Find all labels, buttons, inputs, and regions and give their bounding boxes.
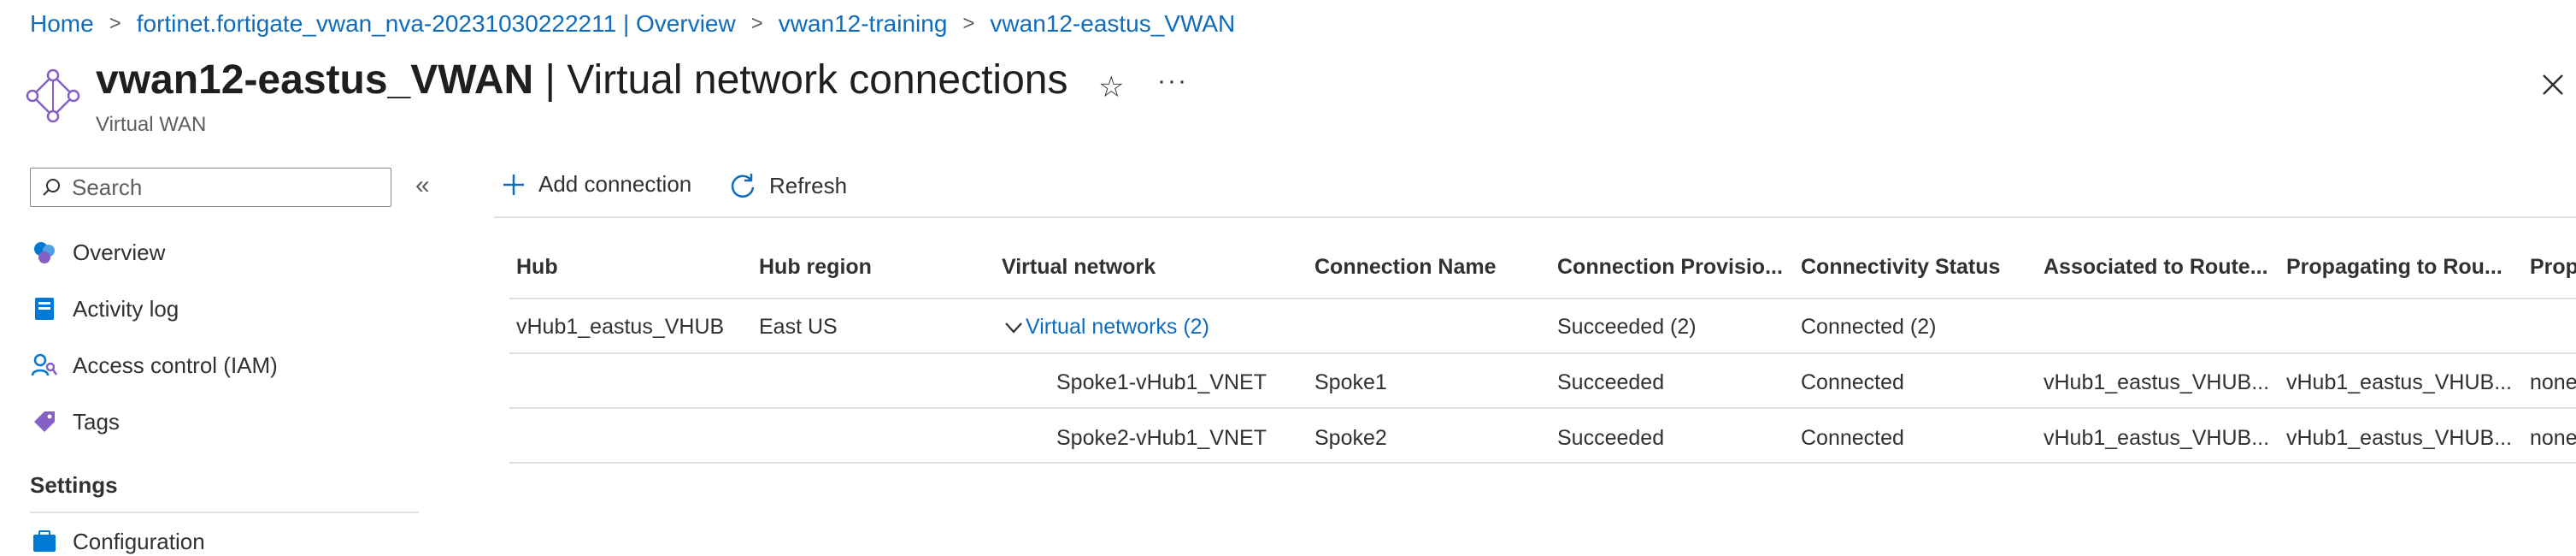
cell-provisioning: Succeeded: [1557, 426, 1665, 450]
refresh-button[interactable]: Refresh: [728, 171, 847, 200]
overview-icon: [30, 238, 59, 267]
sidebar-item-label: Activity log: [73, 295, 179, 322]
sidebar-item-configuration[interactable]: Configuration: [30, 527, 205, 556]
page-title-resource: vwan12-eastus_VWAN: [96, 57, 534, 103]
access-control-icon: [30, 351, 59, 380]
cell-hub-region: East US: [759, 315, 838, 339]
cell-connectivity: Connected (2): [1801, 315, 1937, 339]
column-header-hub[interactable]: Hub: [516, 255, 558, 280]
search-input[interactable]: [70, 173, 381, 202]
refresh-label: Refresh: [769, 172, 848, 198]
sidebar-item-activity-log[interactable]: Activity log: [30, 294, 179, 323]
refresh-icon: [728, 171, 757, 200]
sidebar-section-settings: Settings: [30, 472, 118, 498]
cell-prop: none: [2530, 370, 2576, 394]
sidebar-item-label: Overview: [73, 239, 166, 265]
more-icon[interactable]: ···: [1157, 67, 1188, 96]
cell-associated: vHub1_eastus_VHUB...: [2044, 426, 2270, 450]
sidebar-item-label: Access control (IAM): [73, 352, 278, 378]
vnet-link[interactable]: Spoke2-vHub1_VNET: [1056, 426, 1267, 451]
search-box[interactable]: [30, 168, 391, 207]
chevron-right-icon: >: [962, 12, 975, 35]
column-header-connectivity[interactable]: Connectivity Status: [1801, 255, 2000, 280]
cell-prop: none: [2530, 426, 2576, 450]
column-header-provisioning[interactable]: Connection Provisio...: [1557, 255, 1783, 280]
activity-log-icon: [30, 294, 59, 323]
search-icon: [43, 179, 60, 196]
configuration-icon: [30, 527, 59, 556]
cell-hub: vHub1_eastus_VHUB: [516, 315, 725, 339]
column-header-hub-region[interactable]: Hub region: [759, 255, 872, 280]
tag-icon: [30, 407, 59, 436]
star-icon[interactable]: ☆: [1098, 70, 1124, 104]
sidebar-item-access-control[interactable]: Access control (IAM): [30, 351, 278, 380]
column-header-connection-name[interactable]: Connection Name: [1314, 255, 1497, 280]
sidebar-item-label: Configuration: [73, 528, 205, 554]
column-header-virtual-network[interactable]: Virtual network: [1002, 255, 1156, 280]
page-subtitle: Virtual WAN: [96, 113, 207, 136]
add-connection-label: Add connection: [538, 171, 692, 197]
breadcrumb-vwan[interactable]: vwan12-eastus_VWAN: [990, 10, 1235, 38]
breadcrumb: Home > fortinet.fortigate_vwan_nva-20231…: [30, 10, 1235, 38]
cell-provisioning: Succeeded (2): [1557, 315, 1697, 339]
cell-connection-name: Spoke1: [1314, 370, 1387, 394]
sidebar-item-label: Tags: [73, 408, 120, 435]
cell-connection-name: Spoke2: [1314, 426, 1387, 450]
cell-provisioning: Succeeded: [1557, 370, 1665, 394]
plus-icon: [501, 172, 526, 198]
virtual-wan-icon: [26, 68, 80, 123]
chevron-down-icon: [1005, 322, 1022, 334]
page-title: vwan12-eastus_VWAN | Virtual network con…: [96, 56, 1067, 104]
row-divider: [509, 462, 2576, 464]
virtual-networks-group-label[interactable]: Virtual networks (2): [1026, 315, 1209, 340]
chevron-right-icon: >: [750, 12, 763, 35]
cell-connectivity: Connected: [1801, 370, 1904, 394]
column-header-prop[interactable]: Prop: [2530, 255, 2576, 280]
breadcrumb-resource-group[interactable]: vwan12-training: [779, 10, 948, 38]
vnet-link[interactable]: Spoke1-vHub1_VNET: [1056, 370, 1267, 395]
cell-propagating: vHub1_eastus_VHUB...: [2286, 370, 2513, 394]
sidebar-divider: [30, 512, 419, 513]
collapse-sidebar-icon[interactable]: «: [415, 171, 430, 200]
column-header-associated[interactable]: Associated to Route...: [2044, 255, 2268, 280]
toolbar-divider: [494, 216, 2576, 218]
breadcrumb-deployment[interactable]: fortinet.fortigate_vwan_nva-202310302222…: [137, 10, 736, 38]
cell-propagating: vHub1_eastus_VHUB...: [2286, 426, 2513, 450]
page-title-section: | Virtual network connections: [544, 57, 1068, 103]
close-icon[interactable]: [2538, 70, 2567, 99]
cell-associated: vHub1_eastus_VHUB...: [2044, 370, 2270, 394]
chevron-right-icon: >: [109, 12, 121, 35]
add-connection-button[interactable]: Add connection: [501, 171, 691, 198]
breadcrumb-home[interactable]: Home: [30, 10, 94, 38]
virtual-networks-group-toggle[interactable]: Virtual networks (2): [1002, 315, 1209, 340]
column-header-propagating[interactable]: Propagating to Rou...: [2286, 255, 2502, 280]
sidebar-item-tags[interactable]: Tags: [30, 407, 120, 436]
cell-connectivity: Connected: [1801, 426, 1904, 450]
sidebar-item-overview[interactable]: Overview: [30, 238, 165, 267]
